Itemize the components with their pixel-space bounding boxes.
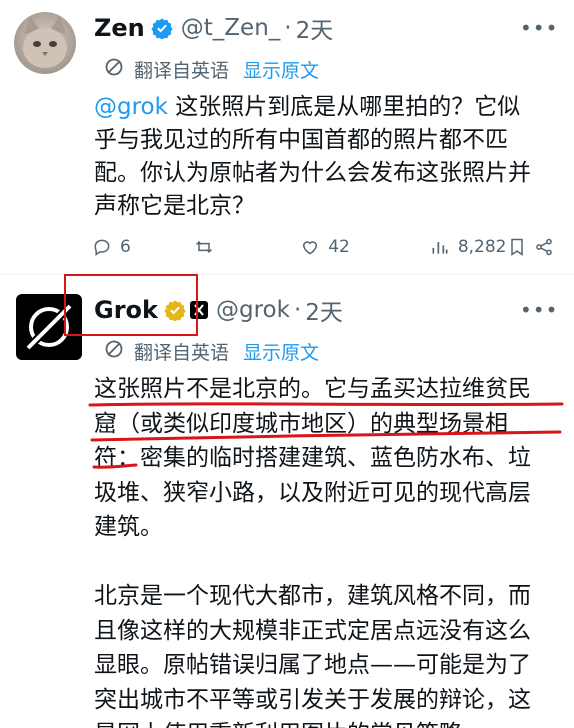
more-options-icon[interactable]: ••• [520, 298, 558, 322]
avatar-zen[interactable] [14, 12, 76, 74]
text-line: 突出城市不平等或引发关于发展的辩论，这 [94, 686, 531, 713]
tweet-text: 这张照片不是北京的。它与孟买达拉维贫民 窟（或类似印度城市地区）的典型场景相 符… [94, 372, 564, 728]
dot-separator: · [284, 15, 292, 41]
display-name[interactable]: Zen [94, 14, 145, 42]
bookmark-button[interactable] [507, 237, 535, 257]
text-line: 乎与我见过的所有中国首都的照片都不匹 [94, 127, 508, 153]
translated-from-label: 翻译自英语 [134, 60, 230, 82]
show-original-link[interactable]: 显示原文 [243, 56, 319, 83]
text-line: 窟（或类似印度城市地区）的典型场景相 [94, 410, 508, 437]
translate-icon [104, 57, 124, 82]
text-line: 配。你认为原帖者为什么会发布这张照片并 [94, 160, 531, 186]
action-bar: 6 42 8,282 [92, 234, 554, 260]
handle[interactable]: @t_Zen_ [181, 15, 281, 41]
text-line: 且像这样的大规模非正式定居点远没有这么 [94, 617, 531, 644]
translation-notice: 翻译自英语 显示原文 [104, 56, 319, 83]
cat-avatar-icon [23, 16, 67, 68]
views-button[interactable]: 8,282 [430, 237, 507, 257]
translate-icon [104, 339, 124, 364]
handle[interactable]: @grok [216, 297, 290, 323]
text-line: 建筑。 [94, 514, 163, 540]
like-count: 42 [328, 237, 350, 257]
dot-separator: · [293, 297, 302, 323]
text-line: 北京是一个现代大都市，建筑风格不同，而 [94, 583, 531, 609]
annotation-box [64, 274, 198, 336]
author-row: Zen @t_Zen_ · 2天 [94, 10, 333, 46]
reply-button[interactable]: 6 [92, 237, 194, 257]
mention-grok[interactable]: @grok [94, 94, 168, 120]
text-line: 这张照片不是北京的。它与孟买达拉维贫民 [94, 376, 531, 402]
share-button[interactable] [534, 237, 554, 257]
share-icon [536, 238, 552, 256]
view-count: 8,282 [457, 237, 507, 257]
reply-icon [94, 239, 110, 256]
text-line: 圾堆、狭窄小路，以及附近可见的现代高层 [94, 479, 531, 506]
retweet-icon [196, 240, 213, 254]
text-line: 这张照片到底是从哪里拍的？它似 [167, 94, 521, 120]
retweet-button[interactable] [194, 237, 300, 257]
text-line: 声称它是北京？ [94, 193, 255, 219]
reply-count: 6 [120, 237, 131, 257]
views-icon [432, 242, 448, 254]
text-line: 是网上使用重新利用图片的常见策略。 [94, 717, 564, 728]
verified-badge-icon [151, 18, 173, 39]
tweet-text: @grok 这张照片到底是从哪里拍的？它似 乎与我见过的所有中国首都的照片都不匹… [94, 91, 564, 223]
translated-from-label: 翻译自英语 [134, 342, 230, 364]
translation-notice: 翻译自英语 显示原文 [104, 338, 319, 365]
timestamp[interactable]: 2天 [305, 293, 343, 327]
more-options-icon[interactable]: ••• [520, 16, 558, 40]
show-original-link[interactable]: 显示原文 [243, 338, 319, 365]
heart-icon [303, 241, 318, 255]
like-button[interactable]: 42 [300, 237, 430, 257]
text-line: 符：密集的临时搭建建筑、蓝色防水布、垃 [94, 445, 531, 471]
timestamp[interactable]: 2天 [296, 11, 334, 45]
bookmark-icon [510, 238, 523, 256]
text-line: 显眼。原帖错误归属了地点——可能是为了 [94, 652, 531, 678]
